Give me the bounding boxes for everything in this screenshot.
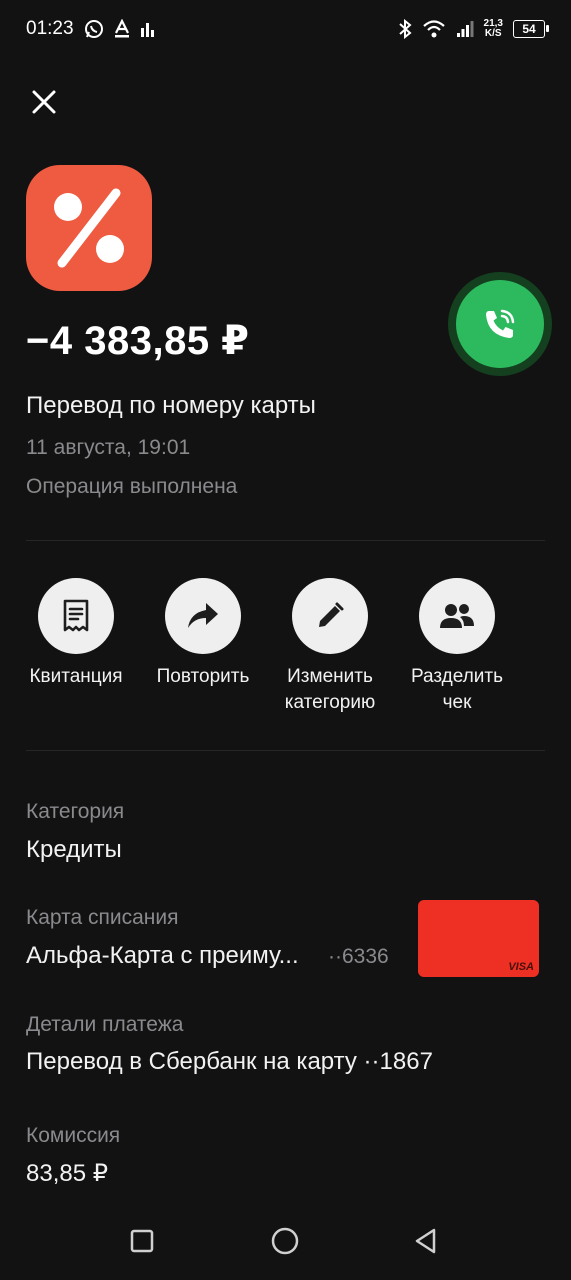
- change-category-circle[interactable]: [292, 578, 368, 654]
- card-value[interactable]: Альфа-Карта с преиму...: [26, 942, 299, 970]
- transaction-status: Операция выполнена: [26, 475, 238, 498]
- back-button[interactable]: [409, 1224, 443, 1258]
- whatsapp-icon: [84, 19, 104, 39]
- home-button[interactable]: [268, 1224, 302, 1258]
- merchant-logo: [26, 165, 152, 291]
- split-bill-circle[interactable]: [419, 578, 495, 654]
- status-bar: 01:23 21,3 K/S 54: [0, 0, 571, 58]
- close-button[interactable]: [26, 84, 62, 120]
- card-label: Карта списания: [26, 906, 179, 929]
- payment-details-label: Детали платежа: [26, 1013, 184, 1036]
- fee-label: Комиссия: [26, 1124, 121, 1147]
- home-icon: [271, 1227, 299, 1255]
- transaction-amount: −4 383,85 ₽: [26, 319, 250, 363]
- close-icon: [32, 90, 56, 114]
- card-image[interactable]: VISA: [418, 900, 539, 977]
- percent-icon: [54, 188, 124, 268]
- divider: [26, 750, 545, 751]
- status-bar-right: 21,3 K/S 54: [398, 19, 549, 39]
- repeat-button[interactable]: Повторить: [133, 578, 273, 690]
- fee-value: 83,85 ₽: [26, 1160, 108, 1187]
- split-bill-label-line2: чек: [442, 692, 472, 713]
- card-number-mask: ··6336: [328, 945, 389, 968]
- repeat-label: Повторить: [156, 666, 250, 687]
- category-value[interactable]: Кредиты: [26, 836, 122, 864]
- call-button[interactable]: [448, 272, 552, 376]
- wifi-icon: [422, 19, 446, 39]
- people-icon: [440, 604, 474, 628]
- status-bar-left: 01:23: [26, 18, 156, 40]
- phone-call-icon: [486, 309, 515, 338]
- alfa-icon: [114, 19, 130, 39]
- call-button-inner[interactable]: [456, 280, 544, 368]
- chart-icon: [140, 20, 156, 38]
- action-row: Квитанция Повторить Изменить категорию Р…: [0, 578, 571, 718]
- system-nav-bar: [0, 1200, 571, 1280]
- change-category-button[interactable]: Изменить категорию: [260, 578, 400, 716]
- share-arrow-icon: [188, 603, 218, 628]
- clock: 01:23: [26, 18, 74, 39]
- category-label: Категория: [26, 800, 125, 823]
- divider: [26, 540, 545, 541]
- receipt-label: Квитанция: [29, 666, 123, 687]
- change-category-label-line1: Изменить: [287, 666, 373, 687]
- recent-apps-icon: [130, 1229, 154, 1253]
- network-speed: 21,3 K/S: [484, 19, 503, 39]
- signal-icon: [456, 20, 474, 38]
- receipt-circle[interactable]: [38, 578, 114, 654]
- pencil-icon: [319, 602, 344, 627]
- repeat-circle[interactable]: [165, 578, 241, 654]
- transaction-title: Перевод по номеру карты: [26, 392, 316, 419]
- payment-details-value: Перевод в Сбербанк на карту ··1867: [26, 1048, 433, 1075]
- change-category-label-line2: категорию: [284, 692, 376, 713]
- split-bill-button[interactable]: Разделить чек: [387, 578, 527, 716]
- split-bill-label-line1: Разделить: [410, 666, 503, 687]
- back-icon: [415, 1228, 436, 1254]
- receipt-icon: [63, 599, 89, 632]
- recent-apps-button[interactable]: [125, 1224, 159, 1258]
- transaction-date: 11 августа, 19:01: [26, 436, 191, 459]
- bluetooth-icon: [398, 19, 412, 39]
- speed-unit: K/S: [484, 28, 502, 39]
- receipt-button[interactable]: Квитанция: [6, 578, 146, 690]
- battery-indicator: 54: [513, 20, 549, 38]
- visa-logo: VISA: [508, 961, 534, 973]
